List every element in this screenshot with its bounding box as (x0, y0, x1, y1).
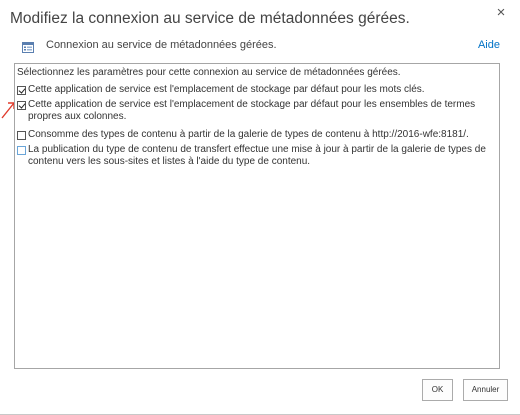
option-termsets-label: Cette application de service est l'empla… (28, 99, 476, 122)
option-keywords-checkbox[interactable] (17, 86, 26, 95)
option-push-down-label: La publication du type de contenu de tra… (28, 144, 486, 167)
dialog: Modifiez la connexion au service de méta… (0, 0, 520, 415)
help-link[interactable]: Aide (478, 39, 500, 51)
option-termsets-checkbox[interactable] (17, 101, 26, 110)
header-label: Connexion au service de métadonnées géré… (46, 39, 277, 51)
option-keywords-label: Cette application de service est l'empla… (28, 84, 425, 95)
header-row: Connexion au service de métadonnées géré… (22, 38, 500, 56)
cancel-button[interactable]: Annuler (463, 379, 508, 401)
connexion-icon (22, 40, 34, 53)
option-keywords-default: Cette application de service est l'empla… (17, 84, 495, 96)
option-consume-content-types: Consomme des types de contenu à partir d… (17, 129, 495, 141)
option-consume-label: Consomme des types de contenu à partir d… (28, 129, 469, 140)
dialog-title: Modifiez la connexion au service de méta… (10, 10, 410, 27)
close-icon[interactable]: × (492, 4, 510, 22)
options-intro: Sélectionnez les paramètres pour cette c… (17, 67, 401, 78)
options-box: Sélectionnez les paramètres pour cette c… (14, 63, 500, 369)
option-consume-checkbox[interactable] (17, 131, 26, 140)
option-push-down-publishing: La publication du type de contenu de tra… (17, 144, 495, 168)
option-termsets-default: Cette application de service est l'empla… (17, 99, 495, 123)
ok-button[interactable]: OK (422, 379, 453, 401)
option-push-down-checkbox[interactable] (17, 146, 26, 155)
